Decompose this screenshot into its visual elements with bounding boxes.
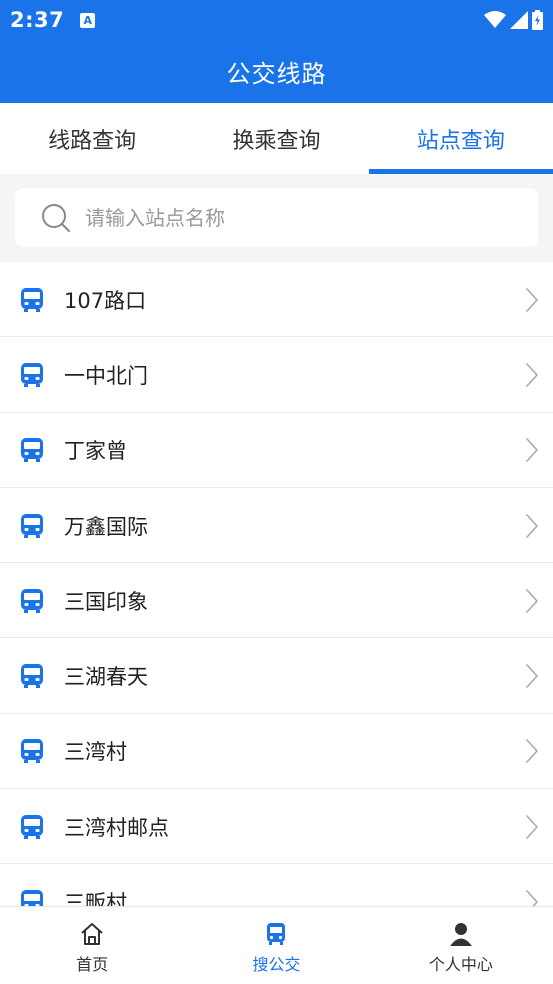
search-box[interactable] xyxy=(15,188,538,247)
station-name: 三湾村邮点 xyxy=(64,815,169,840)
screen: 2:37 A 公交线路 线路查询 换乘查询 站点查询 请输入站点名称 107路口… xyxy=(0,0,553,984)
tab-station-query[interactable]: 站点查询 xyxy=(368,103,553,174)
station-row[interactable]: 三湾村 xyxy=(0,714,553,790)
status-icons xyxy=(484,10,543,30)
nav-profile-label: 个人中心 xyxy=(428,954,493,974)
chevron-right-icon xyxy=(526,363,538,387)
page-title: 公交线路 xyxy=(226,60,327,88)
bus-icon xyxy=(21,362,43,387)
bus-icon xyxy=(21,588,43,613)
bus-icon xyxy=(21,890,43,906)
station-name: 107路口 xyxy=(64,288,147,313)
bus-icon xyxy=(21,739,43,764)
bus-icon xyxy=(267,922,286,945)
status-bar: 2:37 A xyxy=(0,0,553,40)
chevron-right-icon xyxy=(526,814,538,839)
chevron-right-icon xyxy=(526,664,538,688)
station-search-input[interactable] xyxy=(85,205,538,230)
station-name: 丁家曾 xyxy=(64,439,127,464)
app-bar: 公交线路 xyxy=(0,40,553,103)
nav-home-label: 首页 xyxy=(76,954,109,974)
home-icon xyxy=(81,922,103,945)
station-row[interactable]: 丁家曾 xyxy=(0,413,553,489)
station-row[interactable]: 三畈村 xyxy=(0,864,553,906)
bottom-nav: 首页 搜公交 个人中心 xyxy=(0,906,553,984)
bus-icon xyxy=(21,664,43,689)
station-name: 三国印象 xyxy=(64,589,148,614)
chevron-right-icon xyxy=(526,438,538,463)
tab-transfer-query[interactable]: 换乘查询 xyxy=(184,103,368,174)
station-name: 万鑫国际 xyxy=(64,514,148,539)
nav-home[interactable]: 首页 xyxy=(0,907,184,984)
station-row[interactable]: 三国印象 xyxy=(0,563,553,639)
notification-a-icon: A xyxy=(80,12,96,28)
nav-search-bus[interactable]: 搜公交 xyxy=(184,907,368,984)
battery-icon xyxy=(532,10,543,30)
search-area xyxy=(0,174,553,262)
bus-icon xyxy=(21,438,43,463)
bus-icon xyxy=(21,513,43,538)
tab-bar: 线路查询 换乘查询 站点查询 xyxy=(0,103,553,174)
station-name: 一中北门 xyxy=(64,363,148,388)
chevron-right-icon xyxy=(526,513,538,538)
station-row[interactable]: 一中北门 xyxy=(0,337,553,413)
chevron-right-icon xyxy=(526,287,538,312)
nav-search-bus-label: 搜公交 xyxy=(252,954,301,974)
person-icon xyxy=(449,922,472,946)
station-list: 107路口一中北门丁家曾万鑫国际三国印象三湖春天三湾村三湾村邮点三畈村 xyxy=(0,262,553,906)
chevron-right-icon xyxy=(526,890,538,906)
signal-icon xyxy=(510,11,528,29)
station-row[interactable]: 三湾村邮点 xyxy=(0,789,553,865)
wifi-icon xyxy=(484,11,506,28)
station-row[interactable]: 107路口 xyxy=(0,262,553,338)
station-row[interactable]: 三湖春天 xyxy=(0,638,553,715)
station-name: 三湖春天 xyxy=(64,665,148,690)
station-row[interactable]: 万鑫国际 xyxy=(0,488,553,564)
bus-icon xyxy=(21,287,43,312)
status-time: 2:37 xyxy=(10,8,65,32)
nav-profile[interactable]: 个人中心 xyxy=(369,907,553,984)
station-name: 三畈村 xyxy=(64,891,127,906)
station-name: 三湾村 xyxy=(64,740,127,765)
tab-route-query[interactable]: 线路查询 xyxy=(0,103,184,174)
chevron-right-icon xyxy=(526,739,538,764)
search-icon xyxy=(42,203,70,232)
bus-icon xyxy=(21,814,43,839)
chevron-right-icon xyxy=(526,589,538,613)
